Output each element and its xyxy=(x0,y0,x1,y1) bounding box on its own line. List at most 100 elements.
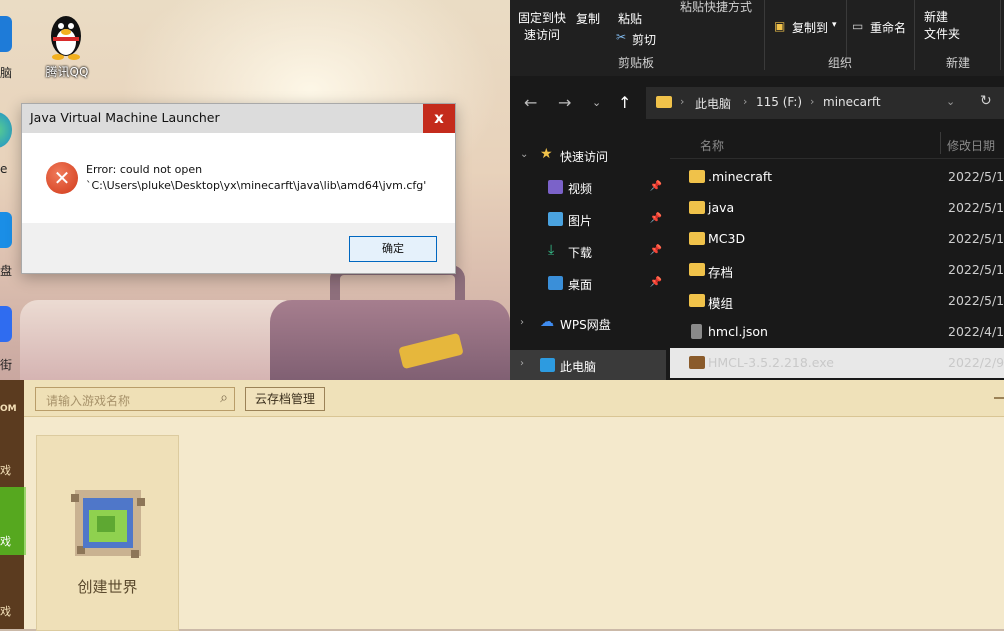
close-icon: x xyxy=(434,109,444,127)
nav-item-label: 视频 xyxy=(568,182,593,196)
file-name: hmcl.json xyxy=(708,324,768,339)
pin-quick-access-button[interactable]: 固定到快 速访问 xyxy=(518,10,566,44)
back-arrow-icon[interactable]: ← xyxy=(524,93,537,112)
nav-item-this-pc[interactable]: › 此电脑 xyxy=(510,350,666,380)
pin-icon: 📌 xyxy=(649,181,662,192)
nav-item-desktop[interactable]: 桌面 📌 xyxy=(510,272,666,296)
pin-icon: 📌 xyxy=(649,213,662,224)
copy-to-button[interactable]: 复制到 xyxy=(792,19,828,36)
file-row[interactable]: java 2022/5/12 xyxy=(670,193,1004,223)
search-icon[interactable]: ⌕ xyxy=(220,390,228,406)
desktop-icon-computer[interactable] xyxy=(0,16,12,52)
java-error-dialog: Java Virtual Machine Launcher x ✕ Error:… xyxy=(21,103,456,274)
paste-shortcut-button[interactable]: 粘贴快捷方式 xyxy=(680,0,752,15)
chevron-down-icon[interactable]: ⌄ xyxy=(592,96,601,109)
cut-button[interactable]: 剪切 xyxy=(632,31,656,48)
nav-item-wps[interactable]: › ☁ WPS网盘 xyxy=(510,312,666,336)
copy-button[interactable]: 复制 xyxy=(576,10,600,27)
column-header-name[interactable]: 名称 xyxy=(700,137,724,154)
nav-item-quick-access[interactable]: ⌄ ★ 快速访问 xyxy=(510,144,666,168)
feishu-icon[interactable] xyxy=(0,306,12,342)
paste-button[interactable]: 粘贴 xyxy=(618,10,642,27)
dialog-close-button[interactable]: x xyxy=(423,104,455,133)
folder-icon xyxy=(689,263,705,276)
ribbon-group-label: 新建 xyxy=(946,56,971,70)
nav-item-label: 快速访问 xyxy=(560,150,609,164)
error-message-line2: `C:\Users\pluke\Desktop\yx\minecarft\jav… xyxy=(86,179,427,192)
nav-item-videos[interactable]: 视频 📌 xyxy=(510,176,666,200)
error-message-line1: Error: could not open xyxy=(86,163,203,176)
file-date: 2022/5/12 xyxy=(948,262,1004,277)
desktop-icon-label: 街 xyxy=(0,358,13,372)
file-row[interactable]: 模组 2022/5/12 xyxy=(670,286,1004,316)
desktop-icon-label: 腾讯QQ xyxy=(45,65,89,79)
folder-icon xyxy=(689,170,705,183)
breadcrumb-drive[interactable]: 115 (F:) xyxy=(756,95,802,109)
nav-item-label: 图片 xyxy=(568,214,593,228)
dialog-title: Java Virtual Machine Launcher xyxy=(30,110,220,125)
file-row[interactable]: 存档 2022/5/12 xyxy=(670,255,1004,285)
folder-icon xyxy=(689,294,705,307)
cloud-save-button[interactable]: 云存档管理 xyxy=(245,387,325,411)
video-icon xyxy=(548,180,563,194)
nav-item-pictures[interactable]: 图片 📌 xyxy=(510,208,666,232)
rename-button[interactable]: 重命名 xyxy=(870,19,906,36)
desktop-icon-label: 盘 xyxy=(0,264,13,278)
dialog-titlebar[interactable]: Java Virtual Machine Launcher x xyxy=(22,104,455,133)
desktop-icon-label: e xyxy=(0,162,8,176)
search-placeholder: 请输入游戏名称 xyxy=(46,394,131,408)
file-date: 2022/5/12 xyxy=(948,293,1004,308)
sidebar-tab[interactable]: 戏 xyxy=(0,603,11,619)
nav-item-label: 此电脑 xyxy=(560,360,597,374)
minimize-icon[interactable] xyxy=(994,397,1004,399)
file-date: 2022/5/12 xyxy=(948,200,1004,215)
cloud-icon: ☁ xyxy=(540,314,554,330)
nav-item-label: WPS网盘 xyxy=(560,318,611,332)
desktop-icon-label: 脑 xyxy=(0,66,13,80)
launcher-sidebar: OM 戏 戏 戏 xyxy=(0,380,26,629)
file-row[interactable]: .minecraft 2022/5/12 xyxy=(670,162,1004,192)
file-row-selected[interactable]: HMCL-3.5.2.218.exe 2022/2/9 xyxy=(670,348,1004,378)
download-icon: ⤓ xyxy=(548,242,555,258)
chevron-down-icon[interactable]: ⌄ xyxy=(946,95,955,108)
file-row[interactable]: hmcl.json 2022/4/13 xyxy=(670,317,1004,347)
file-name: java xyxy=(708,200,735,215)
nav-item-label: 桌面 xyxy=(568,278,593,292)
qq-penguin-icon xyxy=(51,16,81,60)
game-search-input[interactable]: 请输入游戏名称 ⌕ xyxy=(35,387,235,411)
address-bar-row: ← → ⌄ ↑ › 此电脑 › 115 (F:) › minecarft ⌄ ↻ xyxy=(510,76,1004,128)
breadcrumb-folder[interactable]: minecarft xyxy=(823,95,881,109)
forward-arrow-icon[interactable]: → xyxy=(558,93,571,112)
desktop-icon-qq[interactable]: 腾讯QQ xyxy=(36,8,98,79)
ribbon-group-label: 剪贴板 xyxy=(618,56,655,70)
error-icon: ✕ xyxy=(46,162,78,194)
exe-icon xyxy=(689,356,705,369)
refresh-icon[interactable]: ↻ xyxy=(980,93,992,109)
file-name: HMCL-3.5.2.218.exe xyxy=(708,355,834,370)
breadcrumb-this-pc[interactable]: 此电脑 xyxy=(695,95,731,112)
pin-icon: 📌 xyxy=(649,245,662,256)
file-row[interactable]: MC3D 2022/5/12 xyxy=(670,224,1004,254)
file-list-header: 名称 修改日期 xyxy=(670,128,1004,159)
sidebar-tab[interactable]: OM xyxy=(0,404,17,414)
pin-icon: 📌 xyxy=(649,277,662,288)
sidebar-tab-label: 戏 xyxy=(0,535,11,548)
sidebar-tab[interactable]: 戏 xyxy=(0,462,11,478)
file-date: 2022/2/9 xyxy=(948,355,1004,370)
scissors-icon: ✂ xyxy=(616,30,627,44)
edge-icon[interactable] xyxy=(0,112,12,148)
sidebar-tab-active[interactable]: 戏 xyxy=(0,487,26,555)
baidu-netdisk-icon[interactable] xyxy=(0,212,12,248)
ok-button[interactable]: 确定 xyxy=(349,236,437,262)
address-bar[interactable]: › 此电脑 › 115 (F:) › minecarft ⌄ ↻ xyxy=(646,87,1004,119)
create-world-card[interactable]: 创建世界 xyxy=(36,435,179,631)
nav-item-downloads[interactable]: ⤓ 下载 📌 xyxy=(510,240,666,264)
file-date: 2022/5/12 xyxy=(948,169,1004,184)
chevron-down-icon: ▾ xyxy=(832,20,837,30)
up-arrow-icon[interactable]: ↑ xyxy=(618,93,631,112)
column-header-modified[interactable]: 修改日期 xyxy=(947,137,995,154)
file-name: MC3D xyxy=(708,231,746,246)
new-folder-button[interactable]: 新建 文件夹 xyxy=(924,9,960,43)
dialog-footer: 确定 xyxy=(22,223,455,273)
computer-icon xyxy=(540,358,555,372)
